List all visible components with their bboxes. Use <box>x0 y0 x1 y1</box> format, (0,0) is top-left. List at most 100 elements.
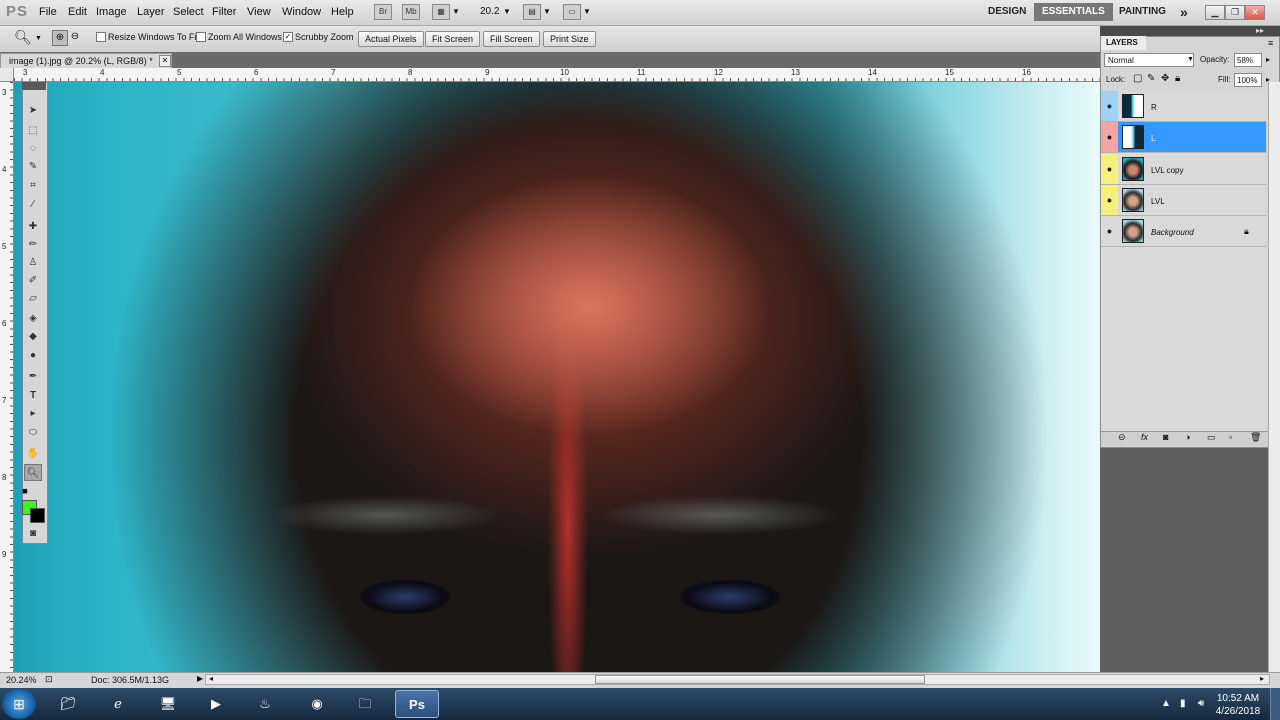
brush-tool-icon[interactable]: ✏ <box>24 236 42 253</box>
network-icon[interactable]: ▮ <box>1180 698 1186 709</box>
chrome-icon[interactable]: ◉ <box>295 690 339 718</box>
marquee-tool-icon[interactable]: ⬚ <box>24 122 42 139</box>
crop-tool-icon[interactable]: ⌗ <box>24 177 42 194</box>
workspace-design[interactable]: DESIGN <box>980 3 1034 21</box>
chevron-down-icon[interactable]: ▼ <box>1187 56 1194 63</box>
opacity-input[interactable]: 58% <box>1234 53 1262 67</box>
eye-icon[interactable]: ● <box>1101 122 1118 152</box>
menu-edit[interactable]: Edit <box>68 6 87 18</box>
close-icon[interactable]: ✕ <box>159 55 171 67</box>
pen-tool-icon[interactable]: ✒ <box>24 368 42 385</box>
chevron-down-icon[interactable]: ▼ <box>452 7 460 16</box>
restore-button[interactable]: ❐ <box>1225 5 1245 20</box>
quick-mask-icon[interactable]: ◙ <box>24 525 42 542</box>
eye-icon[interactable]: ● <box>1101 185 1118 215</box>
zoom-level-select[interactable]: 20.2 <box>480 6 499 17</box>
ruler-origin[interactable] <box>0 68 14 82</box>
menu-image[interactable]: Image <box>96 6 127 18</box>
status-options-icon[interactable]: ⊡ <box>45 674 53 685</box>
menu-help[interactable]: Help <box>331 6 354 18</box>
delete-layer-icon[interactable]: 🗑︎ <box>1250 432 1261 443</box>
zoom-tool-icon[interactable]: 🔍︎ <box>14 29 32 46</box>
history-brush-tool-icon[interactable]: ✐ <box>24 272 42 289</box>
layer-name[interactable]: Background <box>1151 228 1194 237</box>
blend-mode-select[interactable]: Normal <box>1104 53 1194 67</box>
layer-thumbnail[interactable] <box>1122 219 1144 243</box>
app-icon[interactable]: ♨ <box>243 690 287 718</box>
clone-stamp-tool-icon[interactable]: ♙ <box>24 254 42 271</box>
ellipse-tool-icon[interactable]: ⬭ <box>24 424 42 441</box>
fill-input[interactable]: 100% <box>1234 73 1262 87</box>
eraser-tool-icon[interactable]: ▱ <box>24 290 42 307</box>
lock-pixels-icon[interactable]: ✎ <box>1147 73 1155 84</box>
path-selection-tool-icon[interactable]: ▸ <box>24 405 42 422</box>
explorer-icon[interactable]: 📁︎ <box>46 690 90 718</box>
lock-all-icon[interactable]: 🔒︎ <box>1175 73 1180 84</box>
view-extras-button[interactable]: ▦ <box>432 4 450 20</box>
media-player-icon[interactable]: ▶ <box>194 690 238 718</box>
menu-file[interactable]: File <box>39 6 57 18</box>
minimize-button[interactable]: ▁ <box>1205 5 1225 20</box>
photoshop-taskbar-button[interactable]: Ps <box>395 690 439 718</box>
actual-pixels-button[interactable]: Actual Pixels <box>358 31 424 47</box>
layer-thumbnail[interactable] <box>1122 188 1144 212</box>
more-workspaces-button[interactable]: » <box>1172 3 1196 21</box>
eyedropper-tool-icon[interactable]: ⁄ <box>24 196 42 213</box>
show-desktop-button[interactable] <box>1270 688 1280 720</box>
checkbox-icon[interactable] <box>96 32 106 42</box>
lock-position-icon[interactable]: ✥ <box>1161 73 1169 84</box>
arrange-documents-button[interactable]: ▤ <box>523 4 541 20</box>
panel-menu-icon[interactable]: ≡ <box>1268 38 1273 48</box>
layer-thumbnail[interactable] <box>1122 94 1144 118</box>
chevron-right-icon[interactable]: ▸ <box>1266 55 1270 64</box>
default-colors-icon[interactable]: ◼ <box>22 487 28 495</box>
dodge-tool-icon[interactable]: ● <box>24 347 42 364</box>
panel-dock-header[interactable] <box>1100 26 1280 36</box>
folder-icon[interactable]: 🗀 <box>343 690 387 718</box>
bridge-button[interactable]: Br <box>374 4 392 20</box>
menu-filter[interactable]: Filter <box>212 6 236 18</box>
print-size-button[interactable]: Print Size <box>543 31 596 47</box>
move-tool-icon[interactable]: ➤ <box>24 102 42 119</box>
chevron-right-icon[interactable]: ▶ <box>197 674 203 683</box>
volume-icon[interactable]: 🔊︎ <box>1198 698 1204 709</box>
zoom-out-icon[interactable]: ⊖ <box>68 30 82 44</box>
scroll-right-icon[interactable]: ▸ <box>1260 674 1264 683</box>
fill-screen-button[interactable]: Fill Screen <box>483 31 540 47</box>
eye-icon[interactable]: ● <box>1101 91 1118 121</box>
layer-thumbnail[interactable] <box>1122 125 1144 149</box>
tools-panel-header[interactable] <box>22 82 46 90</box>
chevron-down-icon[interactable]: ▼ <box>503 7 511 16</box>
lasso-tool-icon[interactable]: ◌ <box>24 140 42 157</box>
mini-bridge-button[interactable]: Mb <box>402 4 420 20</box>
workspace-painting[interactable]: PAINTING <box>1111 3 1174 21</box>
start-button[interactable]: ⊞ <box>2 689 36 719</box>
layer-name[interactable]: LVL copy <box>1151 166 1183 175</box>
document-canvas[interactable] <box>14 82 1100 672</box>
scroll-left-icon[interactable]: ◂ <box>209 674 213 683</box>
new-layer-icon[interactable]: ▫ <box>1229 432 1232 442</box>
clock-time[interactable]: 10:52 AM <box>1213 693 1263 704</box>
hand-tool-icon[interactable]: ✋ <box>24 445 42 462</box>
eye-icon[interactable]: ● <box>1101 216 1118 246</box>
layer-name[interactable]: LVL <box>1151 197 1165 206</box>
zoom-status[interactable]: 20.24% <box>6 675 37 685</box>
clock-date[interactable]: 4/26/2018 <box>1213 706 1263 717</box>
blur-tool-icon[interactable]: ◆ <box>24 328 42 345</box>
vertical-scrollbar[interactable] <box>1268 82 1280 672</box>
menu-layer[interactable]: Layer <box>137 6 165 18</box>
add-mask-icon[interactable]: ◙ <box>1163 432 1168 442</box>
show-hidden-icons[interactable]: ▲ <box>1161 698 1171 709</box>
menu-window[interactable]: Window <box>282 6 321 18</box>
close-button[interactable]: ✕ <box>1245 5 1265 20</box>
chevron-down-icon[interactable]: ▼ <box>35 35 42 42</box>
menu-select[interactable]: Select <box>173 6 204 18</box>
checkbox-icon[interactable] <box>196 32 206 42</box>
scrollbar-thumb[interactable] <box>595 675 925 684</box>
screen-mode-button[interactable]: ▭ <box>563 4 581 20</box>
document-tab[interactable]: image (1).jpg @ 20.2% (L, RGB/8) * <box>0 53 172 68</box>
computer-icon[interactable]: 🖥︎ <box>146 690 190 718</box>
workspace-essentials[interactable]: ESSENTIALS <box>1034 3 1113 21</box>
collapse-panel-icon[interactable]: ▸▸ <box>1256 26 1264 35</box>
layer-name[interactable]: R <box>1151 103 1157 112</box>
